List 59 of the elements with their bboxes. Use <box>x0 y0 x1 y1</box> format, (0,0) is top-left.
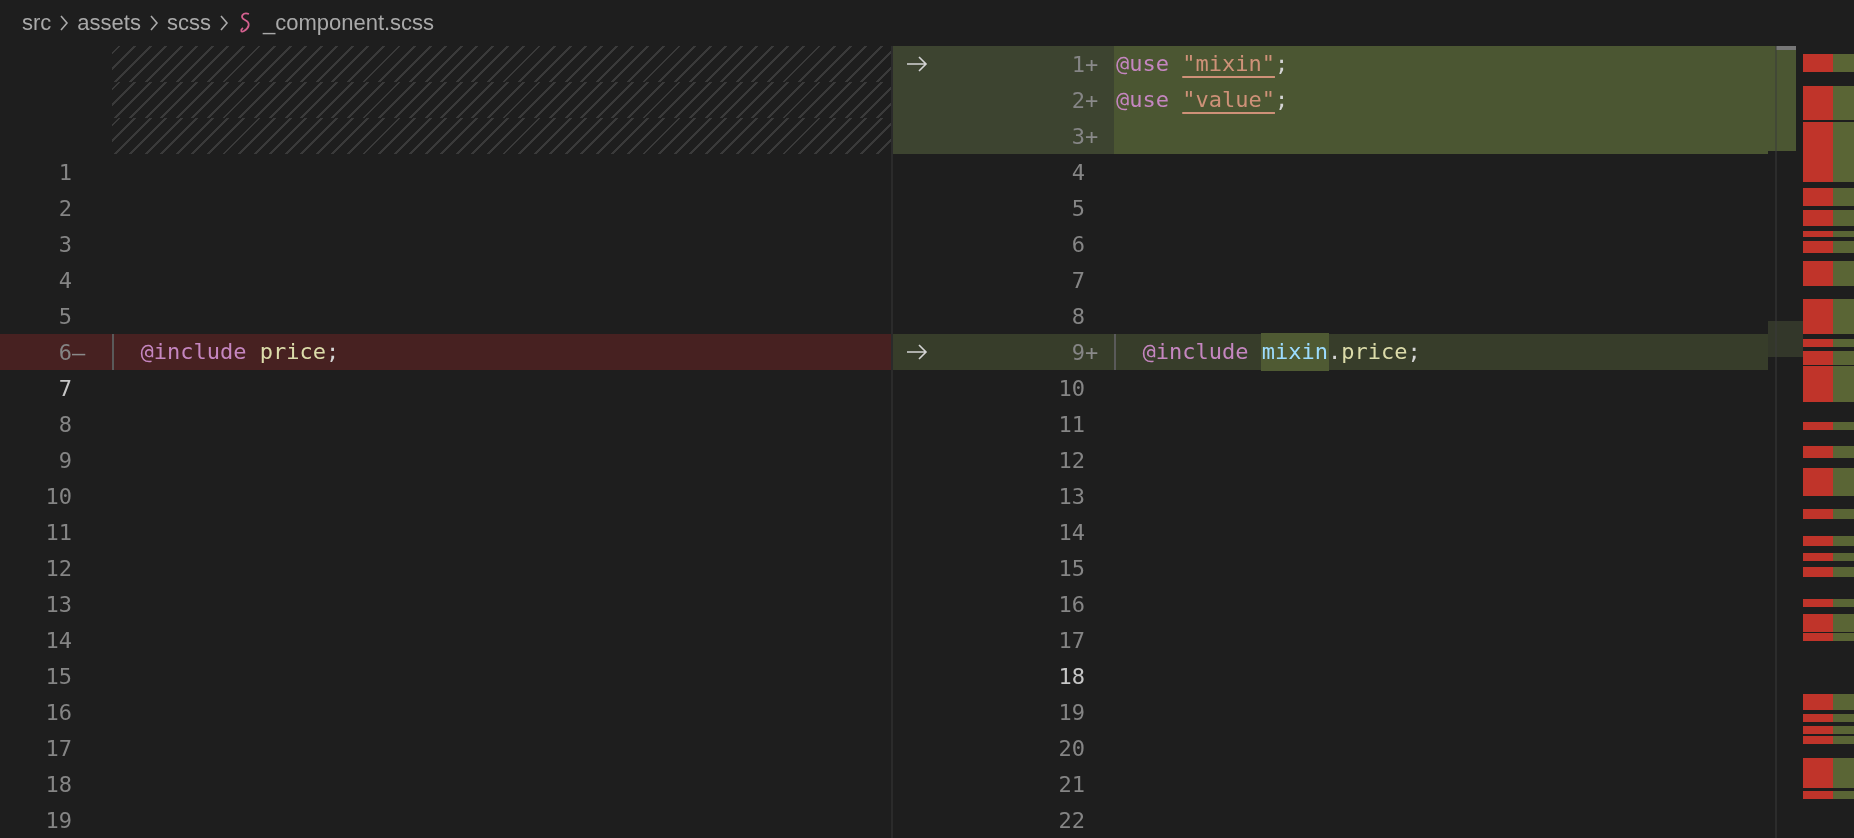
line-number: 2 <box>58 195 72 221</box>
line-number: 5 <box>58 303 72 329</box>
breadcrumb-folder[interactable]: scss <box>166 10 211 36</box>
line-number: 12 <box>45 555 72 581</box>
line-number: 15 <box>45 663 72 689</box>
line-number: 19 <box>1058 699 1085 725</box>
diff-sign: + <box>1085 51 1099 77</box>
line-number: 4 <box>58 267 72 293</box>
diff-sign: + <box>1085 123 1099 149</box>
line-number: 12 <box>1058 447 1085 473</box>
code-line: @include price; <box>139 338 340 366</box>
line-number: 13 <box>1058 483 1085 509</box>
code-line: @use "mixin"; <box>1116 50 1289 78</box>
revert-arrow-icon[interactable] <box>905 343 929 361</box>
line-number: 2 <box>1071 87 1085 113</box>
line-number: 15 <box>1058 555 1085 581</box>
line-number: 9 <box>1071 339 1085 365</box>
line-number: 17 <box>1058 627 1085 653</box>
line-number: 22 <box>1058 807 1085 833</box>
code-line: @include mixin.price; <box>1116 334 1421 370</box>
line-number: 18 <box>1058 663 1085 689</box>
line-number: 6 <box>1071 231 1085 257</box>
breadcrumb-file[interactable]: _component.scss <box>262 10 435 36</box>
line-number: 11 <box>1058 411 1085 437</box>
line-number: 19 <box>45 807 72 833</box>
line-number: 18 <box>45 771 72 797</box>
line-number: 1 <box>1071 51 1085 77</box>
line-number: 4 <box>1071 159 1085 185</box>
line-number: 7 <box>1071 267 1085 293</box>
line-number: 11 <box>45 519 72 545</box>
chevron-right-icon <box>218 14 229 32</box>
line-number: 17 <box>45 735 72 761</box>
breadcrumb-folder[interactable]: assets <box>77 10 141 36</box>
line-number: 10 <box>45 483 72 509</box>
breadcrumb-folder[interactable]: src <box>22 10 52 36</box>
line-number: 6 <box>58 339 72 365</box>
line-number: 5 <box>1071 195 1085 221</box>
revert-arrow-icon[interactable] <box>905 55 929 73</box>
diff-sign: + <box>1085 87 1099 113</box>
chevron-right-icon <box>148 14 159 32</box>
chevron-right-icon <box>59 14 70 32</box>
line-number: 14 <box>1058 519 1085 545</box>
line-number: 16 <box>45 699 72 725</box>
line-number: 8 <box>58 411 72 437</box>
line-number: 10 <box>1058 375 1085 401</box>
line-number: 3 <box>58 231 72 257</box>
line-number: 3 <box>1071 123 1085 149</box>
diff-sign: — <box>72 339 86 365</box>
line-number: 1 <box>58 159 72 185</box>
line-number: 20 <box>1058 735 1085 761</box>
line-number: 13 <box>45 591 72 617</box>
line-number: 14 <box>45 627 72 653</box>
line-number: 21 <box>1058 771 1085 797</box>
line-number: 8 <box>1071 303 1085 329</box>
line-number: 16 <box>1058 591 1085 617</box>
diff-sign: + <box>1085 339 1099 365</box>
code-line: @use "value"; <box>1116 86 1289 114</box>
line-number: 7 <box>58 375 72 401</box>
line-number: 9 <box>58 447 72 473</box>
